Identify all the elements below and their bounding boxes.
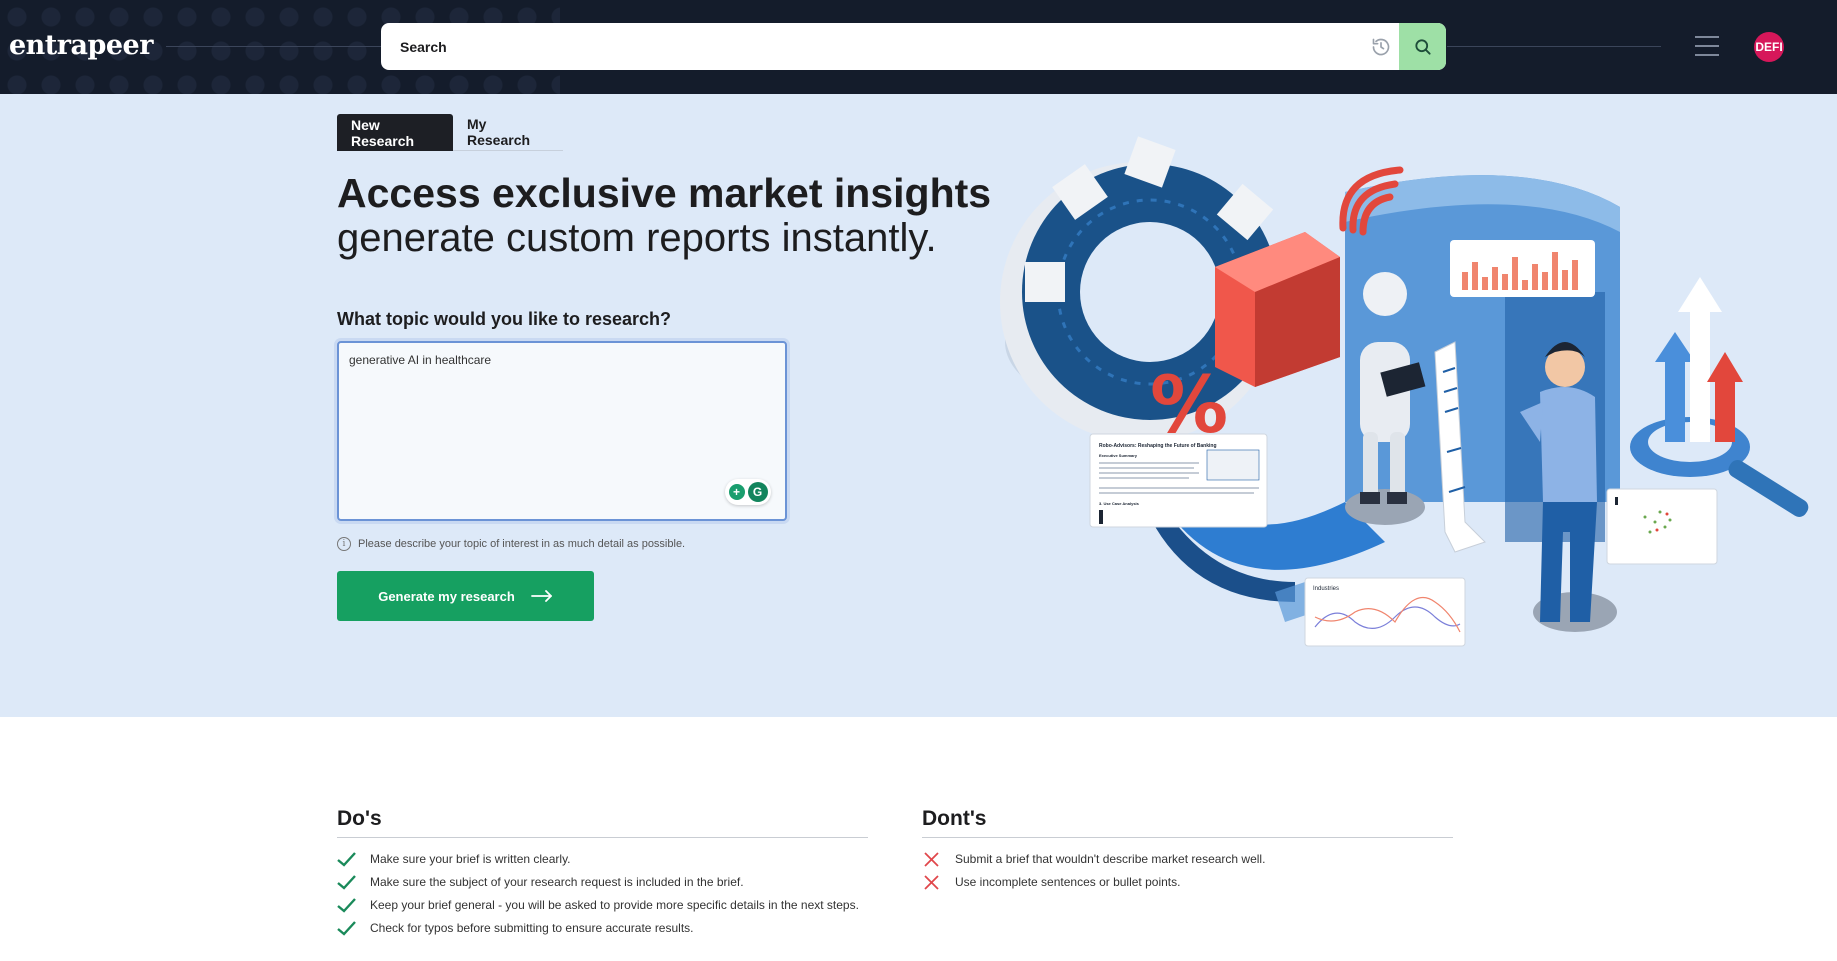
dos-item-text: Keep your brief general - you will be as… bbox=[370, 898, 859, 912]
list-item: Make sure the subject of your research r… bbox=[337, 875, 868, 890]
svg-text:Industries: Industries bbox=[1313, 586, 1339, 592]
generate-research-button[interactable]: Generate my research bbox=[337, 571, 594, 621]
brief-guidelines-section: Do's Make sure your brief is written cle… bbox=[0, 717, 1837, 961]
grammarly-suggestion-icon: + bbox=[728, 484, 745, 500]
info-icon: i bbox=[337, 537, 351, 551]
bar-chart-card bbox=[1450, 240, 1595, 297]
tab-new-research[interactable]: New Research bbox=[337, 114, 453, 151]
list-item: Make sure your brief is written clearly. bbox=[337, 852, 868, 867]
check-icon bbox=[337, 898, 356, 913]
search-button[interactable] bbox=[1399, 23, 1446, 70]
dos-title: Do's bbox=[337, 807, 868, 838]
list-item: Submit a brief that wouldn't describe ma… bbox=[922, 852, 1453, 867]
history-icon bbox=[1372, 38, 1390, 55]
cross-icon bbox=[924, 875, 939, 890]
history-button[interactable] bbox=[1361, 23, 1401, 70]
research-tabs: New Research My Research bbox=[337, 114, 563, 151]
topic-hint: i Please describe your topic of interest… bbox=[337, 537, 685, 551]
donts-item-text: Use incomplete sentences or bullet point… bbox=[955, 875, 1181, 889]
divider-line bbox=[166, 46, 381, 47]
donts-list: Submit a brief that wouldn't describe ma… bbox=[922, 852, 1453, 890]
search-bar bbox=[381, 23, 1446, 70]
report-preview-card: Robo-Advisors: Reshaping the Future of B… bbox=[1089, 433, 1268, 528]
list-item: Keep your brief general - you will be as… bbox=[337, 898, 868, 913]
topic-question-label: What topic would you like to research? bbox=[337, 309, 672, 329]
top-navigation-bar: entrapeer DEFI bbox=[0, 0, 1837, 94]
list-item: Use incomplete sentences or bullet point… bbox=[922, 875, 1453, 890]
growth-arrows-icon bbox=[1630, 277, 1809, 517]
tab-my-research[interactable]: My Research bbox=[453, 114, 563, 151]
arrow-right-icon bbox=[530, 590, 552, 602]
topic-textarea-container: generative AI in healthcare + G bbox=[337, 341, 787, 521]
search-icon bbox=[1414, 38, 1431, 55]
svg-text:3. Use Case Analysis: 3. Use Case Analysis bbox=[1099, 501, 1140, 506]
donts-title: Dont's bbox=[922, 807, 1453, 838]
dos-list: Make sure your brief is written clearly.… bbox=[337, 852, 868, 936]
check-icon bbox=[337, 875, 356, 890]
menu-icon[interactable] bbox=[1695, 36, 1719, 56]
dos-item-text: Make sure the subject of your research r… bbox=[370, 875, 744, 889]
grammarly-logo-icon: G bbox=[747, 482, 768, 502]
topic-hint-text: Please describe your topic of interest i… bbox=[358, 538, 686, 550]
line-chart-card: Industries bbox=[1275, 577, 1466, 647]
list-item: Check for typos before submitting to ens… bbox=[337, 921, 868, 936]
search-input[interactable] bbox=[381, 23, 1341, 70]
scatter-plot-card bbox=[1606, 488, 1718, 565]
svg-text:Robo-Advisors: Reshaping the F: Robo-Advisors: Reshaping the Future of B… bbox=[1099, 443, 1217, 449]
hero-subheadline: generate custom reports instantly. bbox=[337, 216, 937, 260]
grammarly-widget[interactable]: + G bbox=[725, 479, 771, 505]
research-hero-section: New Research My Research Access exclusiv… bbox=[0, 94, 1837, 717]
check-icon bbox=[337, 921, 356, 936]
donts-column: Dont's Submit a brief that wouldn't desc… bbox=[922, 807, 1453, 898]
generate-research-label: Generate my research bbox=[378, 588, 515, 604]
user-avatar[interactable]: DEFI bbox=[1754, 32, 1784, 62]
donts-item-text: Submit a brief that wouldn't describe ma… bbox=[955, 852, 1266, 866]
cross-icon bbox=[924, 852, 939, 867]
market-insights-illustration: % Robo-Advisors: Reshaping the Future of… bbox=[1000, 136, 1809, 647]
dos-column: Do's Make sure your brief is written cle… bbox=[337, 807, 868, 944]
svg-text:Executive Summary: Executive Summary bbox=[1099, 453, 1138, 458]
entrapeer-logo[interactable]: entrapeer bbox=[9, 30, 153, 61]
hero-headline: Access exclusive market insights bbox=[337, 170, 992, 216]
dos-item-text: Make sure your brief is written clearly. bbox=[370, 852, 571, 866]
divider-line bbox=[1447, 46, 1661, 47]
topic-textarea[interactable]: generative AI in healthcare bbox=[339, 343, 785, 519]
check-icon bbox=[337, 852, 356, 867]
dos-item-text: Check for typos before submitting to ens… bbox=[370, 921, 694, 935]
